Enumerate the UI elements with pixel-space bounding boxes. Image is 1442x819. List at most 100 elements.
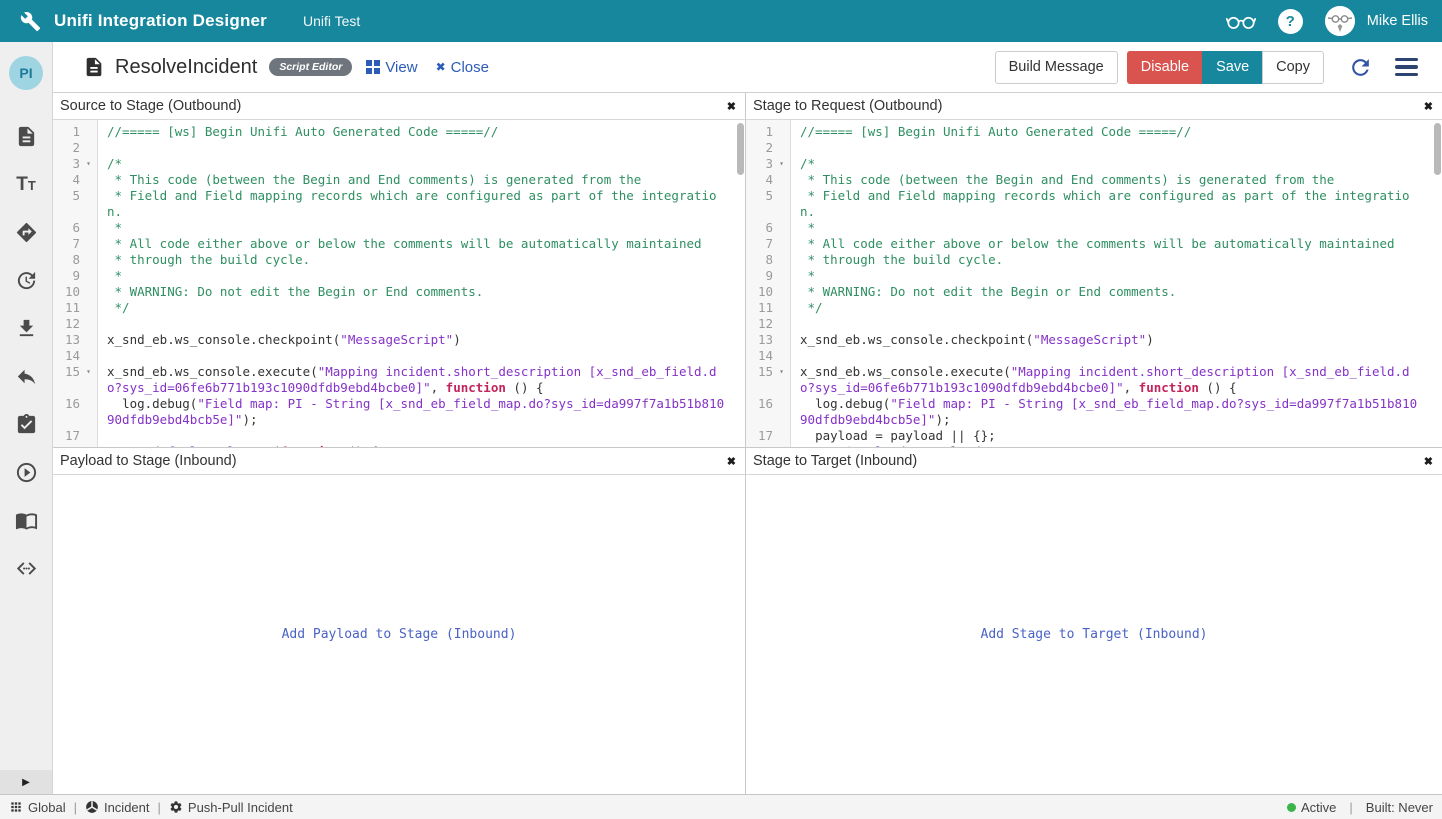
- left-sidebar: PI TT ▶: [0, 42, 53, 794]
- top-bar: Unifi Integration Designer Unifi Test ? …: [0, 0, 1442, 42]
- disable-button[interactable]: Disable: [1127, 51, 1203, 84]
- code-line: 4 * This code (between the Begin and End…: [53, 172, 745, 188]
- active-status-dot: [1287, 803, 1296, 812]
- code-line: 8 * through the build cycle.: [53, 252, 745, 268]
- message-label: Push-Pull Incident: [188, 800, 293, 815]
- code-line: 10 * WARNING: Do not edit the Begin or E…: [53, 284, 745, 300]
- code-line: 5 * Field and Field mapping records whic…: [53, 188, 745, 220]
- code-line: 12: [53, 316, 745, 332]
- code-line: 2: [746, 140, 1442, 156]
- panel-header: Payload to Stage (Inbound) ✖: [53, 448, 745, 475]
- fold-gutter: [773, 396, 790, 428]
- fold-gutter: [80, 396, 97, 428]
- fold-arrow-icon[interactable]: ▾: [80, 444, 97, 447]
- menu-icon[interactable]: [1395, 58, 1418, 77]
- panel-payload-to-stage: Payload to Stage (Inbound) ✖ Add Payload…: [53, 447, 745, 794]
- integration-icon: [85, 800, 99, 814]
- wrench-icon: [20, 11, 41, 32]
- add-payload-to-stage-link[interactable]: Add Payload to Stage (Inbound): [282, 627, 517, 642]
- vertical-scrollbar[interactable]: [737, 123, 744, 175]
- code-line: 7 * All code either above or below the c…: [746, 236, 1442, 252]
- fold-gutter: [773, 188, 790, 220]
- fold-gutter: [80, 236, 97, 252]
- panel-title: Source to Stage (Outbound): [60, 98, 241, 114]
- code-line: 11 */: [53, 300, 745, 316]
- header-actions: Build Message Disable Save Copy: [995, 51, 1426, 84]
- docs-book-icon[interactable]: [15, 509, 38, 532]
- panel-title: Stage to Target (Inbound): [753, 453, 917, 469]
- scope-item[interactable]: Global: [9, 800, 66, 815]
- code-editor-stage-to-request[interactable]: 1//===== [ws] Begin Unifi Auto Generated…: [746, 120, 1442, 447]
- code-line: 7 * All code either above or below the c…: [53, 236, 745, 252]
- script-document-icon: [83, 56, 105, 78]
- code-line: 13x_snd_eb.ws_console.checkpoint("Messag…: [53, 332, 745, 348]
- fold-gutter: [773, 124, 790, 140]
- fold-arrow-icon[interactable]: ▾: [80, 156, 97, 172]
- run-icon[interactable]: [15, 461, 38, 484]
- document-icon[interactable]: [15, 125, 38, 148]
- refresh-icon[interactable]: [1348, 55, 1373, 80]
- fold-gutter: [773, 332, 790, 348]
- fold-gutter: [773, 316, 790, 332]
- panel-header: Stage to Target (Inbound) ✖: [746, 448, 1442, 475]
- integration-item[interactable]: Incident: [85, 800, 150, 815]
- fold-arrow-icon[interactable]: ▾: [773, 364, 790, 396]
- undo-icon[interactable]: [15, 365, 38, 388]
- fold-gutter: [80, 348, 97, 364]
- left-column: Source to Stage (Outbound) ✖ 1//===== [w…: [53, 93, 746, 794]
- tasks-icon[interactable]: [15, 413, 38, 436]
- app-title: Unifi Integration Designer: [54, 11, 267, 31]
- sidebar-expand-button[interactable]: ▶: [0, 770, 52, 794]
- build-message-button[interactable]: Build Message: [995, 51, 1118, 84]
- code-line: 17: [53, 428, 745, 444]
- record-action-group: Disable Save Copy: [1127, 51, 1324, 84]
- fold-gutter: [773, 428, 790, 444]
- code-line: 8 * through the build cycle.: [746, 252, 1442, 268]
- vertical-scrollbar[interactable]: [1434, 123, 1441, 175]
- message-item[interactable]: Push-Pull Incident: [169, 800, 293, 815]
- code-icon[interactable]: [15, 557, 38, 580]
- fold-gutter: [773, 444, 790, 447]
- code-line: 17 payload = payload || {};: [746, 428, 1442, 444]
- empty-script-area: Add Payload to Stage (Inbound): [53, 475, 745, 794]
- fold-gutter: [773, 172, 790, 188]
- fold-gutter: [80, 332, 97, 348]
- view-button[interactable]: View: [366, 59, 417, 76]
- panel-close-icon[interactable]: ✖: [1424, 455, 1433, 468]
- user-name[interactable]: Mike Ellis: [1367, 13, 1428, 29]
- text-format-icon[interactable]: TT: [16, 173, 36, 196]
- fold-gutter: [80, 172, 97, 188]
- code-line: 16 log.debug("Field map: PI - String [x_…: [53, 396, 745, 428]
- gear-icon: [169, 800, 183, 814]
- save-button[interactable]: Save: [1202, 51, 1263, 84]
- panel-close-icon[interactable]: ✖: [727, 455, 736, 468]
- main-area: ResolveIncident Script Editor View ✖ Clo…: [53, 42, 1442, 794]
- integration-label: Incident: [104, 800, 150, 815]
- help-icon[interactable]: ?: [1278, 9, 1303, 34]
- topbar-actions: ? Mike Ellis: [1226, 6, 1428, 36]
- close-button[interactable]: ✖ Close: [436, 59, 489, 76]
- panel-close-icon[interactable]: ✖: [727, 100, 736, 113]
- code-editor-source-to-stage[interactable]: 1//===== [ws] Begin Unifi Auto Generated…: [53, 120, 745, 447]
- download-icon[interactable]: [15, 317, 38, 340]
- user-avatar[interactable]: [1325, 6, 1355, 36]
- add-stage-to-target-link[interactable]: Add Stage to Target (Inbound): [981, 627, 1208, 642]
- panel-close-icon[interactable]: ✖: [1424, 100, 1433, 113]
- code-line: 10 * WARNING: Do not edit the Begin or E…: [746, 284, 1442, 300]
- integration-avatar[interactable]: PI: [9, 56, 43, 90]
- code-line: 9 *: [746, 268, 1442, 284]
- history-icon[interactable]: [15, 269, 38, 292]
- panel-grid: Source to Stage (Outbound) ✖ 1//===== [w…: [53, 92, 1442, 794]
- directions-icon[interactable]: [15, 221, 38, 244]
- copy-button[interactable]: Copy: [1262, 51, 1324, 84]
- fold-arrow-icon[interactable]: ▾: [80, 364, 97, 396]
- code-line: 4 * This code (between the Begin and End…: [746, 172, 1442, 188]
- code-line: 6 *: [746, 220, 1442, 236]
- panel-source-to-stage: Source to Stage (Outbound) ✖ 1//===== [w…: [53, 93, 745, 447]
- app-subtitle[interactable]: Unifi Test: [303, 13, 360, 29]
- fold-arrow-icon[interactable]: ▾: [773, 156, 790, 172]
- code-line: 3▾/*: [53, 156, 745, 172]
- code-line: 16 log.debug("Field map: PI - String [x_…: [746, 396, 1442, 428]
- code-lines: 1//===== [ws] Begin Unifi Auto Generated…: [746, 124, 1442, 447]
- glasses-icon[interactable]: [1226, 11, 1256, 31]
